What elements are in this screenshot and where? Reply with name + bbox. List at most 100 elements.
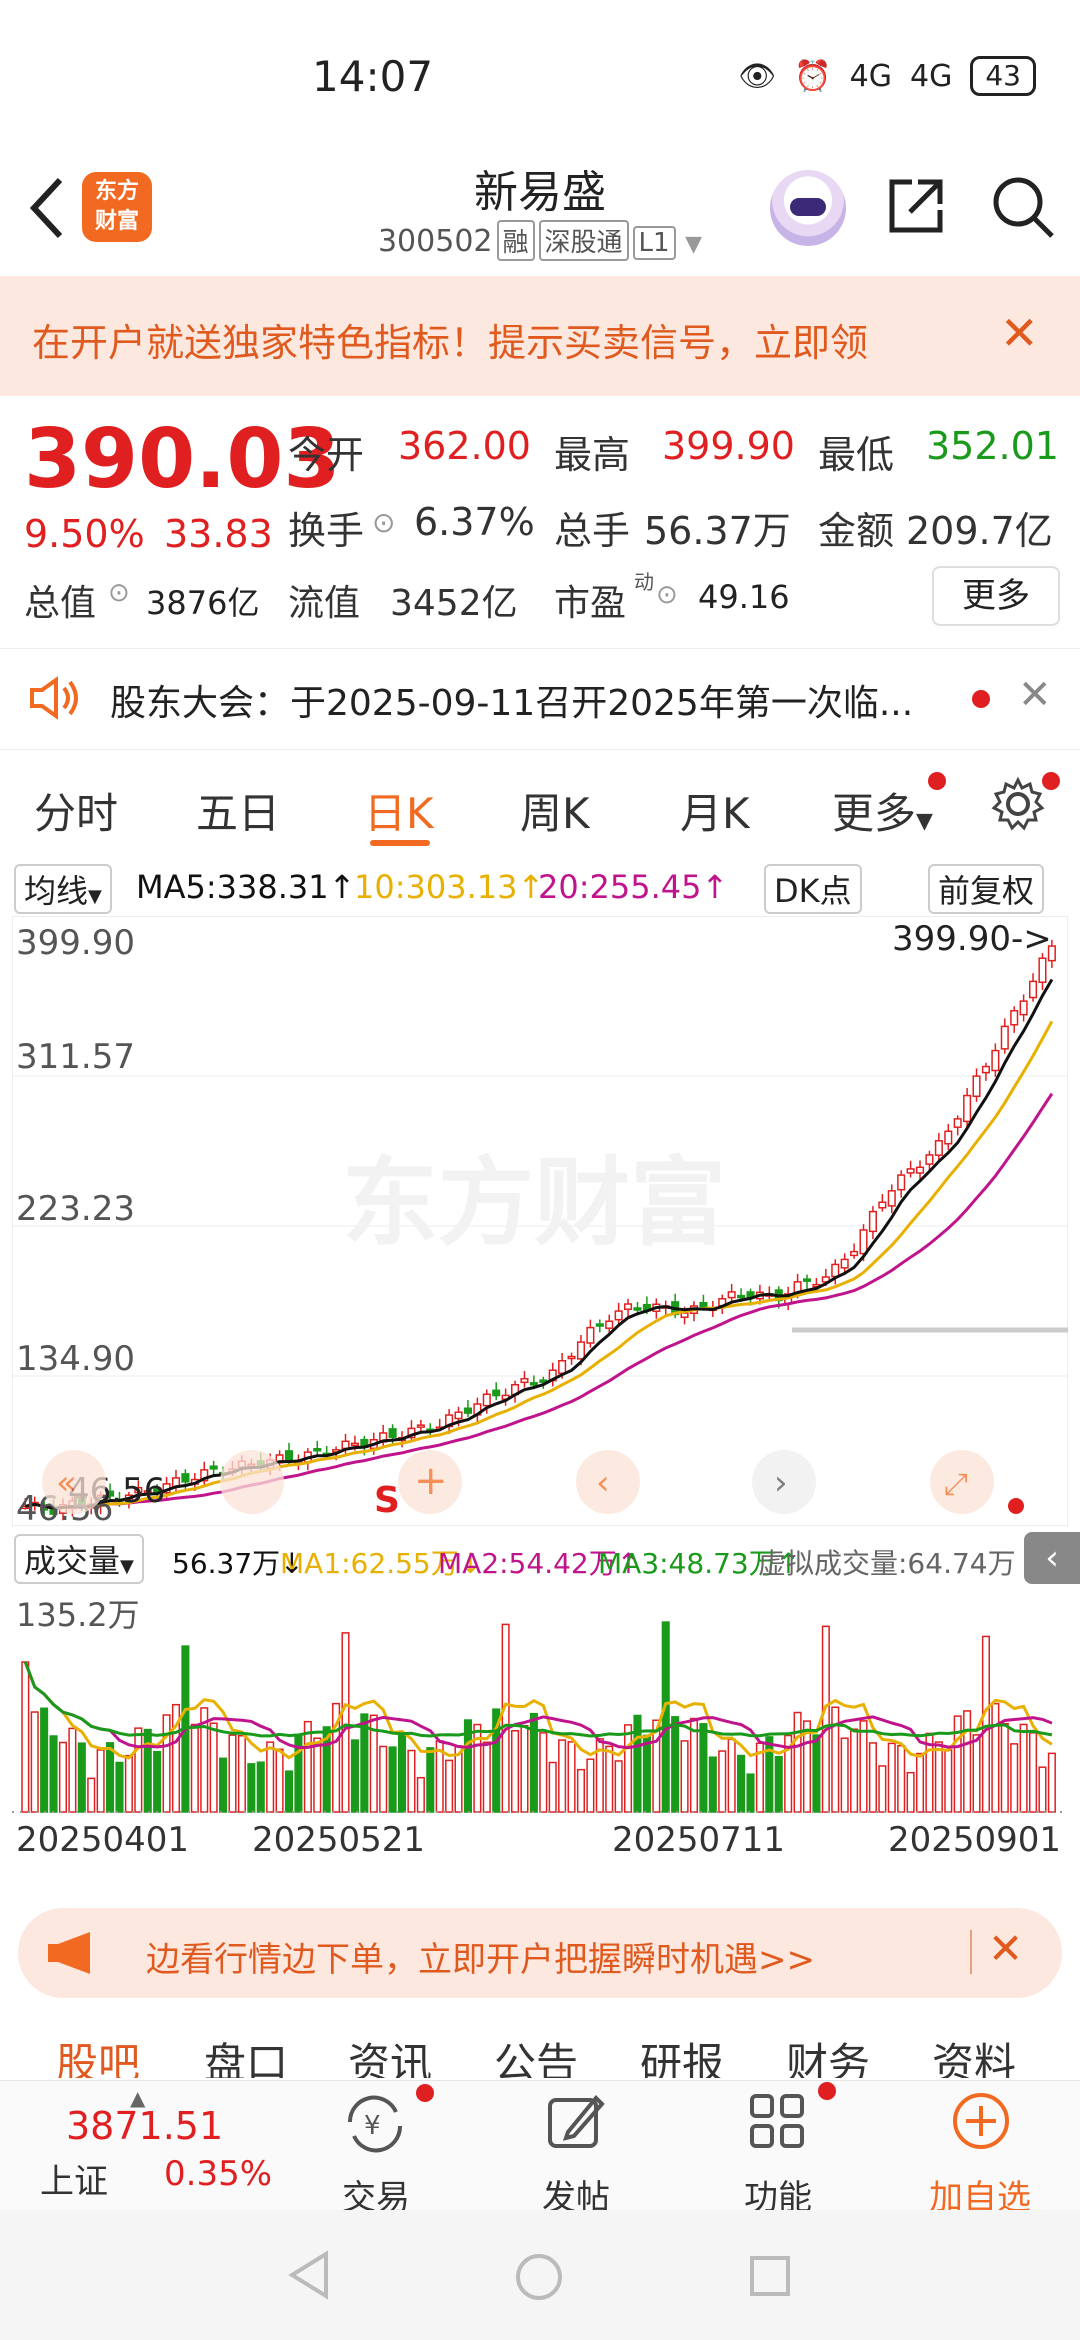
- status-bar: 14:07 👁 ⏰ 4G 4G 43: [0, 0, 1080, 150]
- candle: [416, 1424, 425, 1428]
- candlestick-chart[interactable]: 东方财富 399.90 311.57 223.23 134.90 46.56 3…: [12, 916, 1068, 1526]
- volume-bar: [350, 1739, 359, 1813]
- candle: [831, 1263, 840, 1278]
- nav-recents-icon[interactable]: [748, 2254, 792, 2298]
- amount-label: 金额: [818, 509, 895, 553]
- candle: [897, 1174, 906, 1191]
- nav-home-icon[interactable]: [514, 2252, 564, 2302]
- tab-profile[interactable]: 资料: [932, 2030, 1016, 2078]
- volume-bar: [1028, 1732, 1038, 1813]
- close-icon[interactable]: ✕: [1018, 672, 1052, 718]
- adjust-button[interactable]: 前复权: [928, 864, 1045, 914]
- volume-bar: [689, 1717, 699, 1813]
- volume-bar: [106, 1742, 115, 1813]
- battery-icon: 43: [970, 56, 1036, 96]
- tab-daily-k[interactable]: 日K: [364, 780, 434, 841]
- tab-more[interactable]: 更多▼: [832, 780, 933, 841]
- promo-text[interactable]: 边看行情边下单，立即开户把握瞬时机遇>>: [146, 1932, 815, 1981]
- pe-label: 市盈: [554, 583, 627, 624]
- volume-chart[interactable]: 135.2万: [12, 1586, 1068, 1816]
- volume-bar: [124, 1754, 133, 1813]
- candle: [529, 1382, 538, 1386]
- pe-sup: 动: [634, 570, 654, 594]
- volume-bar: [77, 1742, 86, 1813]
- volume-bar: [567, 1741, 576, 1813]
- trade-icon[interactable]: ¥: [340, 2092, 410, 2156]
- candle: [1019, 1000, 1028, 1016]
- chart-dot: [1008, 1498, 1024, 1514]
- volume-bar: [699, 1723, 708, 1813]
- index-name[interactable]: 上证: [40, 2154, 108, 2203]
- candle: [1010, 1009, 1019, 1026]
- volume-bar: [859, 1720, 868, 1813]
- close-icon[interactable]: ✕: [988, 1924, 1023, 1973]
- tab-monthly-k[interactable]: 月K: [680, 780, 750, 841]
- volume-bar: [981, 1635, 990, 1813]
- volume-bar: [96, 1749, 105, 1813]
- more-dot: [928, 772, 946, 790]
- candle: [633, 1307, 642, 1311]
- close-icon[interactable]: ✕: [1000, 306, 1039, 360]
- volume-bar: [153, 1750, 162, 1813]
- more-button[interactable]: 更多: [932, 566, 1060, 626]
- nav-back-icon[interactable]: [286, 2250, 332, 2300]
- tab-weekly-k[interactable]: 周K: [520, 780, 590, 841]
- notice-text[interactable]: 股东大会：于2025-09-11召开2025年第一次临...: [110, 674, 913, 726]
- info-icon[interactable]: ⊙: [108, 578, 130, 608]
- candle: [887, 1190, 896, 1207]
- candle: [737, 1294, 746, 1299]
- tab-five-day[interactable]: 五日: [196, 780, 280, 841]
- search-icon[interactable]: [990, 174, 1056, 240]
- pe-value: 49.16: [698, 578, 790, 616]
- tab-intraday[interactable]: 分时: [34, 780, 118, 841]
- dk-point-button[interactable]: DK点: [764, 864, 862, 914]
- volume-bar: [445, 1759, 454, 1813]
- ma-selector[interactable]: 均线▼: [14, 864, 112, 914]
- info-icon[interactable]: ⊙: [656, 580, 678, 610]
- tab-orderbook[interactable]: 盘口: [204, 2030, 288, 2078]
- add-watchlist-icon[interactable]: [950, 2090, 1012, 2152]
- ai-assistant-icon[interactable]: [770, 170, 846, 246]
- tab-research[interactable]: 研报: [640, 2030, 724, 2078]
- tab-forum[interactable]: 股吧: [56, 2030, 140, 2078]
- banner-text[interactable]: 在开户就送独家特色指标！提示买卖信号，立即领: [32, 312, 972, 367]
- volume-bar: [416, 1776, 425, 1813]
- functions-icon[interactable]: [748, 2092, 808, 2152]
- tab-finance[interactable]: 财务: [786, 2030, 870, 2078]
- candle: [576, 1341, 586, 1360]
- tab-news[interactable]: 资讯: [348, 2030, 432, 2078]
- candle: [520, 1377, 529, 1384]
- candle: [859, 1229, 868, 1255]
- volume-selector[interactable]: 成交量▼: [14, 1534, 144, 1584]
- float-label: 流值: [288, 583, 361, 624]
- ma20-value: 20:255.45↑: [538, 868, 729, 906]
- tab-announcements[interactable]: 公告: [494, 2030, 578, 2078]
- date-label: 20250401: [16, 1820, 190, 1860]
- open-label: 今开: [288, 433, 365, 477]
- candle: [727, 1291, 736, 1299]
- share-icon[interactable]: [884, 174, 948, 238]
- volume-bar: [897, 1744, 906, 1813]
- volume-bar: [162, 1714, 171, 1813]
- svg-text:+: +: [414, 1458, 448, 1504]
- volume-bar: [915, 1752, 925, 1813]
- volume-bar: [303, 1720, 312, 1813]
- functions-dot: [818, 2082, 836, 2100]
- volume-bar: [397, 1733, 407, 1813]
- candle: [586, 1326, 595, 1344]
- volume-bar: [850, 1728, 859, 1813]
- index-change[interactable]: 0.35%: [164, 2154, 272, 2194]
- info-icon[interactable]: ⊙: [372, 506, 395, 539]
- volume-bar: [793, 1711, 802, 1813]
- collapse-panel-icon[interactable]: ‹: [1024, 1532, 1080, 1584]
- svg-text:¥: ¥: [364, 2111, 381, 2141]
- candle: [1038, 957, 1047, 983]
- candle: [944, 1130, 953, 1145]
- index-value[interactable]: 3871.51: [66, 2104, 223, 2148]
- post-icon[interactable]: [546, 2092, 606, 2152]
- settings-icon[interactable]: [990, 776, 1046, 832]
- candle: [802, 1278, 812, 1282]
- zoom-out-button[interactable]: [220, 1450, 284, 1514]
- volume-bar: [624, 1724, 633, 1813]
- volume-bar: [586, 1758, 595, 1813]
